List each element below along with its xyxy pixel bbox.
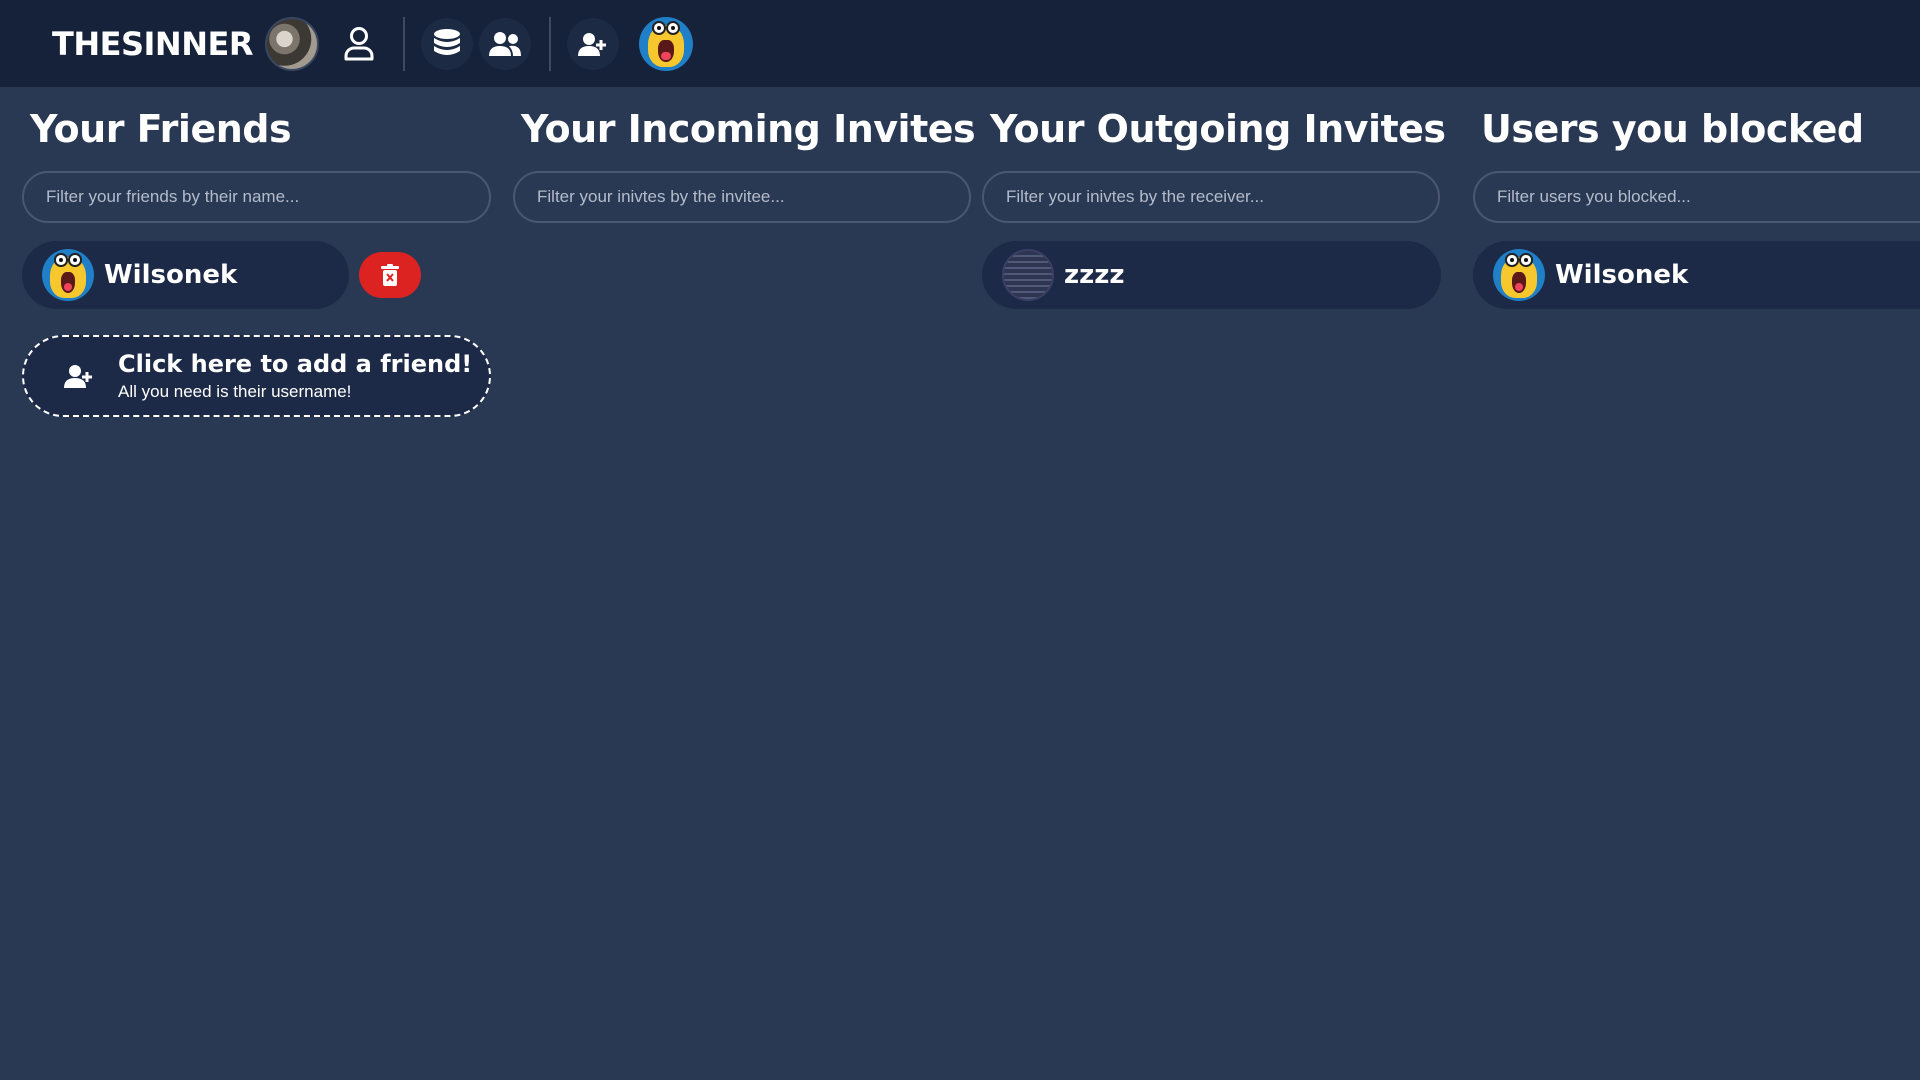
blocked-user-name: Wilsonek bbox=[1555, 260, 1689, 290]
friends-title: Your Friends bbox=[30, 107, 292, 151]
invitee-name: zzzz bbox=[1064, 260, 1125, 290]
blocked-filter-input[interactable] bbox=[1473, 171, 1920, 223]
mascot-avatar[interactable] bbox=[638, 16, 693, 71]
add-user-icon bbox=[64, 365, 92, 388]
blocked-user-avatar bbox=[1493, 249, 1545, 301]
add-friend-icon-wrap bbox=[64, 364, 94, 388]
invitee-avatar bbox=[1002, 249, 1054, 301]
friend-name: Wilsonek bbox=[104, 260, 238, 290]
add-friend-title: Click here to add a friend! bbox=[118, 350, 473, 378]
friend-row: Wilsonek bbox=[22, 241, 491, 309]
add-friend-text: Click here to add a friend! All you need… bbox=[118, 350, 472, 402]
blocked-user-pill[interactable]: Wilsonek bbox=[1473, 241, 1920, 309]
blocked-title: Users you blocked bbox=[1481, 107, 1864, 151]
top-navigation-bar: THESINNER bbox=[0, 0, 1920, 87]
add-friend-nav-button[interactable] bbox=[566, 17, 619, 70]
brand-name[interactable]: THESINNER bbox=[52, 25, 253, 63]
database-button[interactable] bbox=[420, 17, 473, 70]
nav-divider bbox=[402, 16, 405, 71]
friends-button[interactable] bbox=[478, 17, 531, 70]
incoming-filter-input[interactable] bbox=[513, 171, 971, 223]
database-icon bbox=[433, 28, 460, 55]
remove-friend-button[interactable] bbox=[359, 252, 421, 298]
blocked-user-row: Wilsonek bbox=[1473, 241, 1920, 309]
add-friend-subtitle: All you need is their username! bbox=[118, 382, 352, 401]
friends-column: Your Friends Wilsonek bbox=[22, 87, 491, 417]
add-friend-button[interactable]: Click here to add a friend! All you need… bbox=[22, 335, 491, 417]
user-avatar[interactable] bbox=[264, 16, 319, 71]
add-user-icon bbox=[577, 32, 606, 56]
trash-icon bbox=[381, 264, 399, 286]
blocked-users-column: Users you blocked Wilsonek bbox=[1473, 87, 1920, 309]
profile-icon bbox=[344, 26, 374, 60]
outgoing-title: Your Outgoing Invites bbox=[990, 107, 1446, 151]
nav-divider-2 bbox=[548, 16, 551, 71]
incoming-invites-column: Your Incoming Invites bbox=[513, 87, 976, 223]
friend-avatar bbox=[42, 249, 94, 301]
friend-pill[interactable]: Wilsonek bbox=[22, 241, 349, 309]
friends-filter-input[interactable] bbox=[22, 171, 491, 223]
outgoing-invites-column: Your Outgoing Invites zzzz bbox=[982, 87, 1446, 309]
users-icon bbox=[488, 31, 521, 56]
outgoing-invite-row: zzzz bbox=[982, 241, 1446, 309]
outgoing-invite-pill[interactable]: zzzz bbox=[982, 241, 1441, 309]
profile-button[interactable] bbox=[333, 18, 385, 70]
outgoing-filter-input[interactable] bbox=[982, 171, 1440, 223]
incoming-title: Your Incoming Invites bbox=[521, 107, 976, 151]
